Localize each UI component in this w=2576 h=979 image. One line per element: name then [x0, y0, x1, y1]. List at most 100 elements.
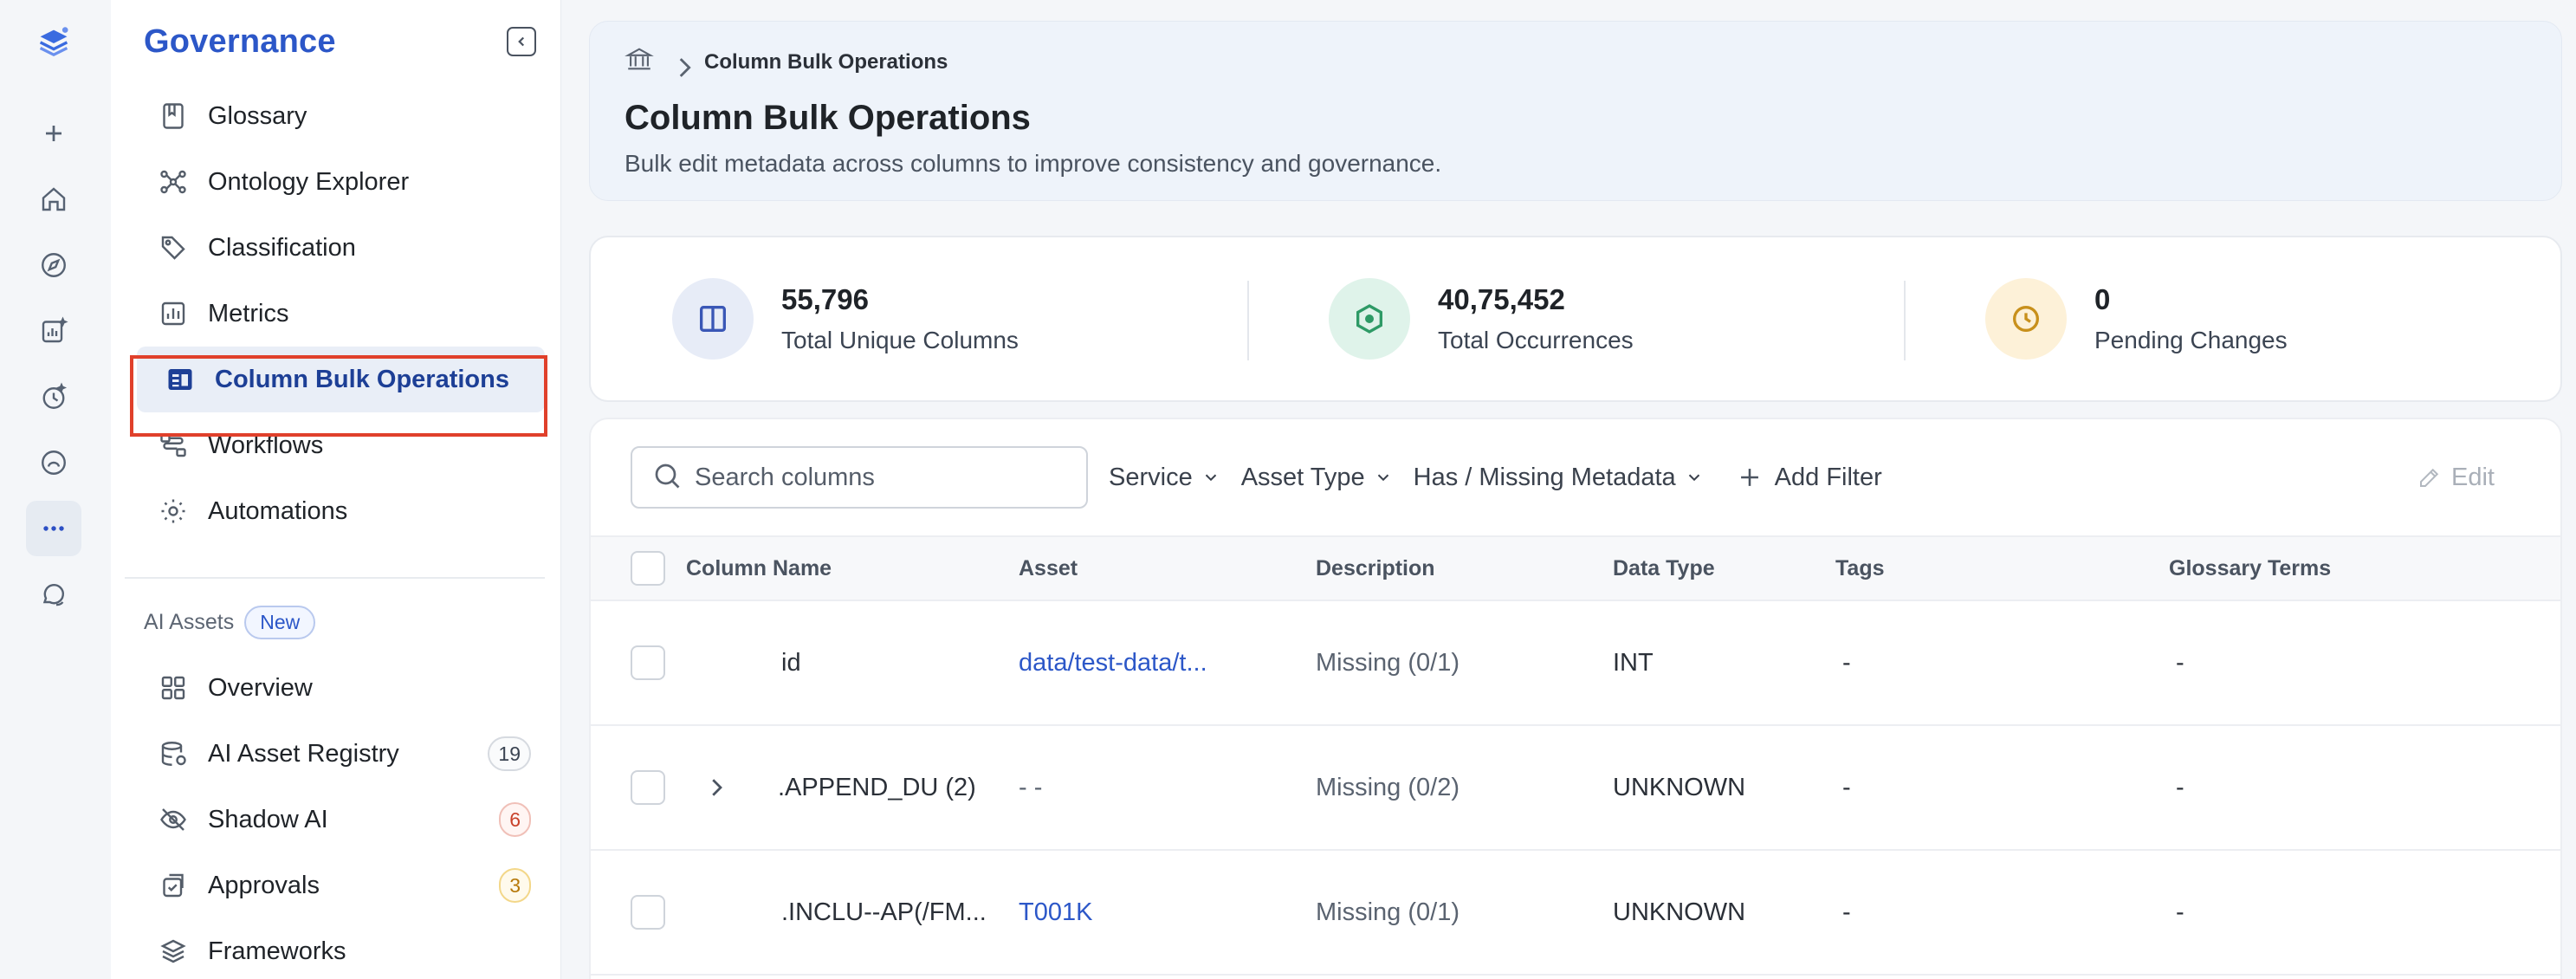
stat-value: 55,796: [781, 283, 869, 315]
sidebar-item-label: Automations: [208, 496, 348, 525]
add-icon[interactable]: [26, 106, 81, 161]
sidebar-item-automations[interactable]: Automations: [137, 478, 545, 544]
grid-icon: [156, 671, 191, 705]
stat-label: Total Unique Columns: [781, 327, 1019, 353]
shadow-ai-count-badge: 6: [499, 802, 531, 837]
explore-compass-icon[interactable]: [26, 237, 81, 293]
description-cell: Missing (0/1): [1316, 648, 1460, 677]
stat-value: 0: [2094, 283, 2111, 315]
sidebar-title: Governance: [144, 23, 336, 60]
asset-type-filter[interactable]: Asset Type: [1241, 464, 1393, 492]
column-header[interactable]: Asset: [1019, 536, 1316, 600]
filter-label: Asset Type: [1240, 463, 1365, 491]
glossary-cell: -: [2176, 773, 2184, 801]
expand-row-icon[interactable]: [703, 775, 729, 801]
column-header[interactable]: Tags: [1835, 536, 2169, 600]
column-name-cell: .APPEND_DU (2): [778, 773, 976, 801]
column-header[interactable]: Column Name: [686, 536, 1019, 600]
logo-icon: [39, 27, 68, 57]
search-input[interactable]: [695, 463, 1058, 492]
target-icon: [1329, 278, 1410, 360]
registry-count-badge: 19: [488, 736, 531, 771]
sidebar-item-label: Classification: [208, 233, 356, 262]
plus-icon: [1740, 469, 1758, 486]
new-badge: New: [244, 605, 316, 639]
sidebar-item-label: Frameworks: [208, 937, 346, 965]
sidebar-item-shadow-ai[interactable]: Shadow AI 6: [137, 787, 545, 853]
asset-link[interactable]: data/test-data/t...: [1019, 600, 1316, 725]
sidebar-item-label: Ontology Explorer: [208, 167, 410, 196]
tags-cell: -: [1842, 773, 1851, 801]
service-filter[interactable]: Service: [1109, 464, 1220, 492]
chat-icon[interactable]: [26, 567, 81, 622]
sidebar-item-column-bulk-operations[interactable]: Column Bulk Operations: [137, 347, 545, 412]
column-header[interactable]: Glossary Terms: [2169, 536, 2560, 600]
add-filter-button[interactable]: Add Filter: [1735, 463, 1882, 492]
approval-icon: [156, 868, 191, 903]
sidebar-item-label: Column Bulk Operations: [215, 365, 509, 393]
page-header: Column Bulk Operations Column Bulk Opera…: [589, 21, 2562, 201]
description-cell: Missing (0/2): [1316, 773, 1460, 801]
app-logo[interactable]: [26, 16, 81, 71]
observability-icon[interactable]: [26, 369, 81, 425]
breadcrumb-current: Column Bulk Operations: [704, 49, 948, 74]
sidebar-item-classification[interactable]: Classification: [137, 215, 545, 281]
layers-icon: [156, 934, 191, 969]
sidebar-item-label: Approvals: [208, 871, 320, 899]
ai-assets-section-label: AI Assets: [144, 609, 235, 634]
table-header-row: Column Name Asset Description Data Type …: [591, 536, 2560, 600]
row-checkbox[interactable]: [631, 645, 665, 680]
table-row[interactable]: .INCLU--AP(/FM... T001K Missing (0/1) UN…: [591, 850, 2560, 975]
column-header[interactable]: Data Type: [1613, 536, 1835, 600]
sidebar-item-workflows[interactable]: Workflows: [137, 412, 545, 478]
row-checkbox[interactable]: [631, 895, 665, 930]
column-header[interactable]: Description: [1316, 536, 1613, 600]
metadata-filter[interactable]: Has / Missing Metadata: [1414, 464, 1704, 492]
stat-pending-changes: 0 Pending Changes: [1904, 237, 2560, 400]
columns-icon: [672, 278, 754, 360]
collapse-sidebar-icon[interactable]: [507, 27, 536, 56]
database-icon: [156, 736, 191, 771]
search-box[interactable]: [631, 446, 1088, 509]
stat-total-occurrences: 40,75,452 Total Occurrences: [1247, 237, 1904, 400]
select-all-checkbox[interactable]: [631, 551, 665, 586]
asset-link[interactable]: T001K: [1019, 850, 1316, 975]
sidebar-item-ontology-explorer[interactable]: Ontology Explorer: [137, 149, 545, 215]
home-breadcrumb-icon[interactable]: [625, 44, 654, 80]
column-name-cell: .INCLU--AP(/FM...: [781, 898, 987, 926]
page-title: Column Bulk Operations: [625, 99, 1031, 137]
column-name-cell: id: [781, 648, 801, 677]
row-checkbox[interactable]: [631, 770, 665, 805]
sidebar-item-glossary[interactable]: Glossary: [137, 83, 545, 149]
tags-cell: -: [1842, 648, 1851, 677]
description-cell: Missing (0/1): [1316, 898, 1460, 926]
domains-icon[interactable]: [26, 435, 81, 490]
edit-button[interactable]: Edit: [2417, 464, 2495, 492]
table-row[interactable]: id data/test-data/t... Missing (0/1) INT…: [591, 600, 2560, 725]
sidebar-item-frameworks[interactable]: Frameworks: [137, 918, 545, 979]
sidebar-item-ai-asset-registry[interactable]: AI Asset Registry 19: [137, 721, 545, 787]
data-type-cell: UNKNOWN: [1613, 898, 1746, 926]
sidebar-item-overview[interactable]: Overview: [137, 655, 545, 721]
table-toolbar: Service Asset Type Has / Missing Metadat…: [591, 419, 2560, 535]
governance-sidebar: Governance Glossary Ontology Explorer Cl…: [111, 0, 561, 979]
search-icon: [651, 460, 683, 496]
glossary-cell: -: [2176, 898, 2184, 926]
stat-label: Pending Changes: [2094, 327, 2288, 353]
columns-table-card: Service Asset Type Has / Missing Metadat…: [589, 418, 2562, 979]
chevron-down-icon: [1688, 474, 1699, 482]
insights-icon[interactable]: [26, 303, 81, 359]
stats-card: 55,796 Total Unique Columns 40,75,452 To…: [589, 236, 2562, 402]
sidebar-item-approvals[interactable]: Approvals 3: [137, 853, 545, 918]
glossary-cell: -: [2176, 648, 2184, 677]
more-icon[interactable]: [26, 501, 81, 556]
automation-icon: [156, 494, 191, 528]
tag-icon: [156, 230, 191, 265]
sidebar-item-metrics[interactable]: Metrics: [137, 281, 545, 347]
table-row[interactable]: .APPEND_DU (2) - - Missing (0/2) UNKNOWN…: [591, 725, 2560, 850]
home-icon[interactable]: [26, 172, 81, 227]
graph-icon: [156, 165, 191, 199]
edit-label: Edit: [2451, 463, 2495, 491]
bar-chart-icon: [156, 296, 191, 331]
add-filter-label: Add Filter: [1774, 463, 1882, 491]
